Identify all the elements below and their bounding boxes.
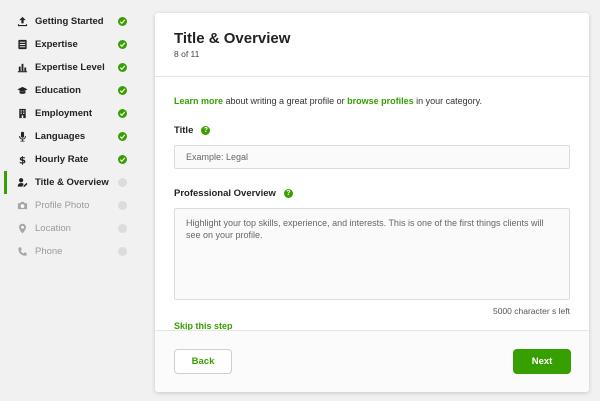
- page-title: Title & Overview: [174, 30, 291, 47]
- back-button[interactable]: Back: [174, 349, 232, 374]
- sidebar: Getting Started Expertise Expertise Leve…: [0, 10, 145, 263]
- dollar-icon: $: [16, 154, 28, 166]
- sidebar-item-label: Title & Overview: [35, 177, 109, 188]
- intro-text-part: in your category.: [413, 96, 482, 106]
- page: Getting Started Expertise Expertise Leve…: [0, 0, 600, 401]
- help-icon[interactable]: ?: [201, 126, 211, 135]
- overview-label: Professional Overview: [174, 188, 276, 199]
- next-button[interactable]: Next: [513, 349, 571, 374]
- sidebar-item-label: Languages: [35, 131, 86, 142]
- sidebar-item-getting-started[interactable]: Getting Started: [0, 10, 145, 33]
- status-dot: [118, 224, 127, 233]
- learn-more-link[interactable]: Learn more: [174, 96, 223, 106]
- check-icon: [118, 155, 127, 164]
- title-label-row: Title ?: [174, 125, 570, 136]
- step-progress: 8 of 11: [174, 49, 200, 59]
- check-icon: [118, 132, 127, 141]
- browse-profiles-link[interactable]: browse profiles: [347, 96, 414, 106]
- sidebar-item-label: Employment: [35, 108, 93, 119]
- char-count: 5000 character s left: [492, 306, 570, 316]
- sidebar-item-label: Profile Photo: [35, 200, 90, 211]
- map-pin-icon: [16, 223, 28, 235]
- sidebar-item-location[interactable]: Location: [0, 217, 145, 240]
- sidebar-item-label: Education: [35, 85, 81, 96]
- check-icon: [118, 109, 127, 118]
- graduation-cap-icon: [16, 85, 28, 97]
- profile-step-card: Title & Overview 8 of 11 Learn more abou…: [155, 13, 589, 392]
- microphone-icon: [16, 131, 28, 143]
- sidebar-item-label: Location: [35, 223, 71, 234]
- status-dot: [118, 178, 127, 187]
- sidebar-item-expertise-level[interactable]: Expertise Level: [0, 56, 145, 79]
- card-footer: Back Next: [155, 330, 589, 392]
- sidebar-item-expertise[interactable]: Expertise: [0, 33, 145, 56]
- title-input[interactable]: [174, 145, 570, 169]
- list-icon: [16, 39, 28, 51]
- help-icon[interactable]: ?: [283, 189, 293, 198]
- intro-text-part: about writing a great profile or: [223, 96, 348, 106]
- status-dot: [118, 201, 127, 210]
- title-label: Title: [174, 125, 194, 136]
- overview-textarea[interactable]: [174, 208, 570, 300]
- sidebar-item-education[interactable]: Education: [0, 79, 145, 102]
- svg-text:$: $: [18, 156, 25, 165]
- sidebar-item-hourly-rate[interactable]: $ Hourly Rate: [0, 148, 145, 171]
- camera-icon: [16, 200, 28, 212]
- phone-icon: [16, 246, 28, 258]
- building-icon: [16, 108, 28, 120]
- check-icon: [118, 40, 127, 49]
- card-header: Title & Overview 8 of 11: [155, 13, 589, 77]
- user-edit-icon: [16, 177, 28, 189]
- check-icon: [118, 63, 127, 72]
- sidebar-item-label: Phone: [35, 246, 63, 257]
- sidebar-item-employment[interactable]: Employment: [0, 102, 145, 125]
- status-dot: [118, 247, 127, 256]
- intro-text: Learn more about writing a great profile…: [174, 96, 570, 106]
- card-body: Learn more about writing a great profile…: [155, 77, 589, 334]
- bar-chart-icon: [16, 62, 28, 74]
- check-icon: [118, 17, 127, 26]
- sidebar-item-label: Hourly Rate: [35, 154, 89, 165]
- sidebar-item-phone[interactable]: Phone: [0, 240, 145, 263]
- check-icon: [118, 86, 127, 95]
- overview-label-row: Professional Overview ?: [174, 188, 570, 199]
- sidebar-item-profile-photo[interactable]: Profile Photo: [0, 194, 145, 217]
- upload-icon: [16, 16, 28, 28]
- sidebar-item-label: Expertise: [35, 39, 78, 50]
- sidebar-item-languages[interactable]: Languages: [0, 125, 145, 148]
- sidebar-item-label: Expertise Level: [35, 62, 105, 73]
- sidebar-item-title-overview[interactable]: Title & Overview: [0, 171, 145, 194]
- sidebar-item-label: Getting Started: [35, 16, 104, 27]
